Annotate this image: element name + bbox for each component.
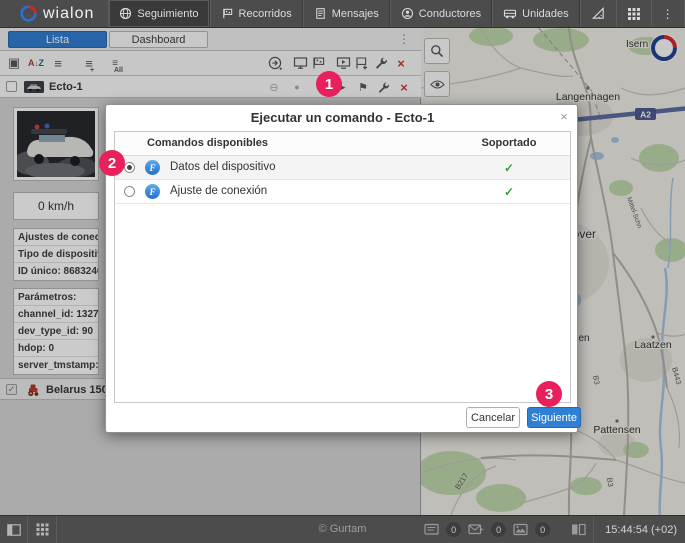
nav-label: Mensajes — [332, 8, 379, 20]
wialon-logo: wialon — [0, 0, 108, 27]
apps-grid-icon — [627, 7, 641, 21]
command-row-device-data[interactable]: F Datos del dispositivo ✓ — [115, 156, 570, 180]
close-icon[interactable]: × — [556, 109, 572, 125]
messages-envelope-icon[interactable] — [468, 523, 484, 536]
footer-divider — [593, 516, 594, 543]
nav-label: Conductores — [419, 8, 481, 20]
more-menu-button[interactable]: ⋮ — [651, 0, 684, 27]
column-commands: Comandos disponibles — [147, 137, 268, 149]
notifications-icon[interactable] — [424, 523, 439, 536]
nav-drivers[interactable]: Conductores — [390, 0, 492, 27]
notifications-count-badge[interactable]: 0 — [446, 522, 461, 537]
execute-command-dialog: Ejecutar un comando - Ecto-1 × Comandos … — [105, 104, 578, 433]
cancel-button[interactable]: Cancelar — [466, 407, 520, 428]
wialon-swirl-icon — [20, 5, 37, 22]
next-button[interactable]: Siguiente — [527, 407, 581, 428]
dialog-title: Ejecutar un comando - Ecto-1 — [106, 105, 579, 131]
nav-units[interactable]: Unidades — [492, 0, 579, 27]
command-label: Ajuste de conexión — [170, 185, 267, 197]
top-right-tools: ⋮ user — [580, 0, 685, 27]
layout-columns-icon[interactable] — [571, 523, 586, 536]
media-count-badge[interactable]: 0 — [535, 522, 550, 537]
command-icon: F — [145, 160, 160, 175]
step-badge-3: 3 — [536, 381, 562, 407]
apps-button[interactable] — [616, 0, 651, 27]
bus-icon — [503, 7, 517, 20]
clock-time: 15:44:54 (+02) — [601, 524, 677, 536]
column-supported: Soportado — [478, 137, 540, 149]
media-photo-icon[interactable] — [513, 523, 528, 536]
command-row-connection-settings[interactable]: F Ajuste de conexión ✓ — [115, 180, 570, 204]
table-header-row: Comandos disponibles Soportado — [115, 132, 570, 156]
supported-check-icon: ✓ — [478, 161, 540, 175]
main-menu: Seguimiento Recorridos Mensajes Conducto… — [108, 0, 579, 27]
tools-button[interactable] — [580, 0, 616, 27]
radio-unselected[interactable] — [124, 186, 135, 197]
nav-monitoring[interactable]: Seguimiento — [108, 0, 209, 27]
top-nav-bar: wialon Seguimiento Recorridos Mensajes C… — [0, 0, 685, 28]
bottom-status-bar: © Gurtam 0 0 0 15:44:54 (+02) — [0, 515, 685, 543]
messages-count-badge[interactable]: 0 — [491, 522, 506, 537]
brand-name: wialon — [43, 5, 94, 23]
supported-check-icon: ✓ — [478, 185, 540, 199]
driver-icon — [401, 7, 414, 20]
footer-status-cluster: 0 0 0 15:44:54 (+02) — [424, 516, 677, 543]
radio-selected[interactable] — [124, 162, 135, 173]
nav-label: Recorridos — [239, 8, 292, 20]
step-badge-1: 1 — [316, 71, 342, 97]
nav-label: Seguimiento — [137, 8, 198, 20]
kebab-icon: ⋮ — [662, 7, 674, 21]
nav-tracks[interactable]: Recorridos — [210, 0, 303, 27]
ruler-icon — [591, 6, 606, 21]
wialon-app-window: wialon Seguimiento Recorridos Mensajes C… — [0, 0, 685, 543]
command-icon: F — [145, 184, 160, 199]
commands-table: Comandos disponibles Soportado F Datos d… — [114, 131, 571, 403]
nav-messages[interactable]: Mensajes — [303, 0, 390, 27]
command-label: Datos del dispositivo — [170, 161, 275, 173]
document-icon — [314, 7, 327, 20]
nav-label: Unidades — [522, 8, 568, 20]
step-badge-2: 2 — [99, 150, 125, 176]
track-flag-icon — [221, 7, 234, 20]
globe-icon — [119, 7, 132, 20]
